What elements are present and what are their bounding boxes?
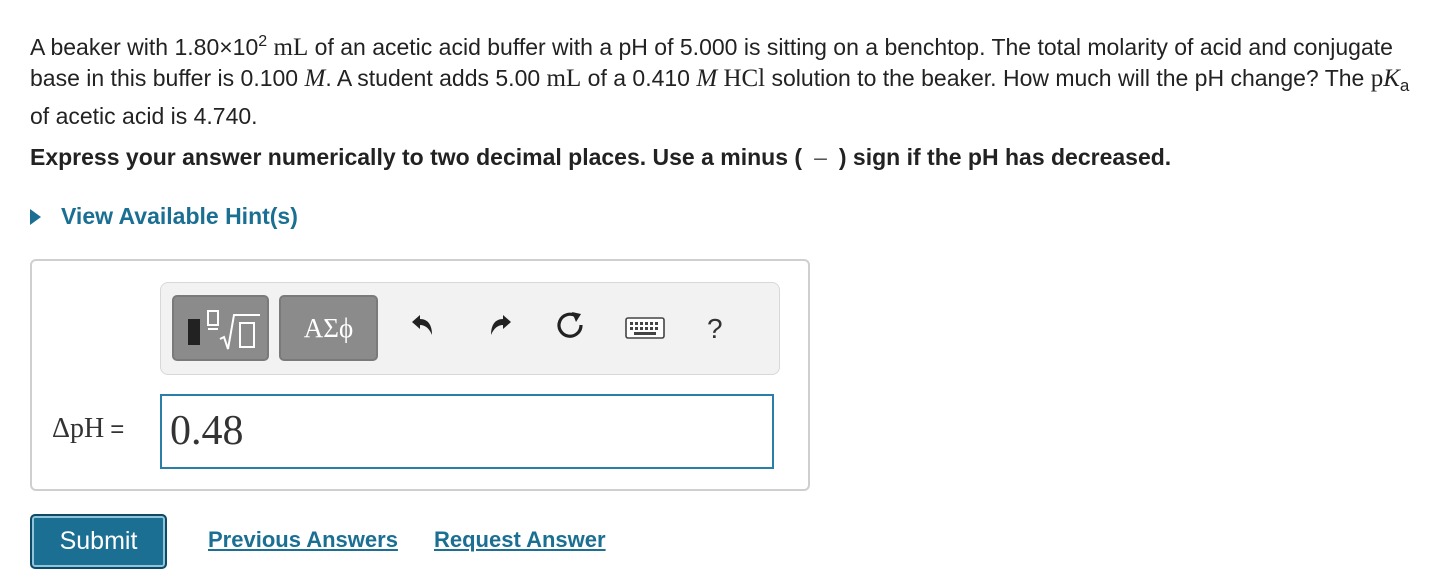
pka-subscript: a (1399, 76, 1410, 95)
keyboard-icon[interactable] (625, 317, 665, 339)
unit-ml: mL (546, 65, 582, 92)
answer-panel: ΑΣϕ ? ΔpH = 0.48 (30, 259, 810, 491)
math-toolbar: ΑΣϕ ? (160, 282, 780, 375)
question-text: A beaker with 1.80×102 mL of an acetic a… (30, 33, 1410, 129)
question-part: of a 0.410 (581, 65, 697, 91)
delta-ph-label: ΔpH (52, 413, 105, 444)
request-answer-link[interactable]: Request Answer (434, 527, 606, 553)
question-part: . A student adds 5.00 (325, 65, 547, 91)
molarity-symbol: M (696, 65, 718, 92)
greek-letters-button[interactable]: ΑΣϕ (279, 295, 378, 361)
instruction-part: ) sign if the pH has decreased. (838, 144, 1172, 170)
undo-icon[interactable] (408, 311, 436, 339)
cursor-block-icon (188, 319, 200, 345)
templates-button[interactable] (172, 295, 269, 361)
question-part: A beaker with 1.80×10 (30, 34, 259, 60)
expand-triangle-icon (30, 208, 41, 225)
reset-icon[interactable] (554, 309, 586, 341)
answer-label: ΔpH = (52, 413, 124, 445)
instruction-part: Express your answer numerically to two d… (30, 144, 803, 170)
hcl-formula: HCl (723, 65, 766, 92)
view-hints-link[interactable]: View Available Hint(s) (30, 203, 298, 230)
equals-sign: = (110, 416, 125, 443)
minus-sign: – (814, 144, 827, 170)
previous-answers-link[interactable]: Previous Answers (208, 527, 398, 553)
exponent: 2 (258, 33, 268, 50)
hint-label: View Available Hint(s) (61, 203, 298, 229)
question-part: of acetic acid is 4.740. (30, 103, 258, 129)
answer-input[interactable]: 0.48 (160, 394, 774, 469)
templates-icon (207, 310, 260, 350)
help-icon[interactable]: ? (707, 313, 723, 345)
question-part: solution to the beaker. How much will th… (765, 65, 1371, 91)
answer-instruction: Express your answer numerically to two d… (30, 144, 1171, 171)
molarity-symbol: M (304, 65, 326, 92)
submit-button[interactable]: Submit (30, 514, 167, 569)
unit-ml: mL (273, 34, 309, 61)
redo-icon[interactable] (487, 311, 515, 339)
